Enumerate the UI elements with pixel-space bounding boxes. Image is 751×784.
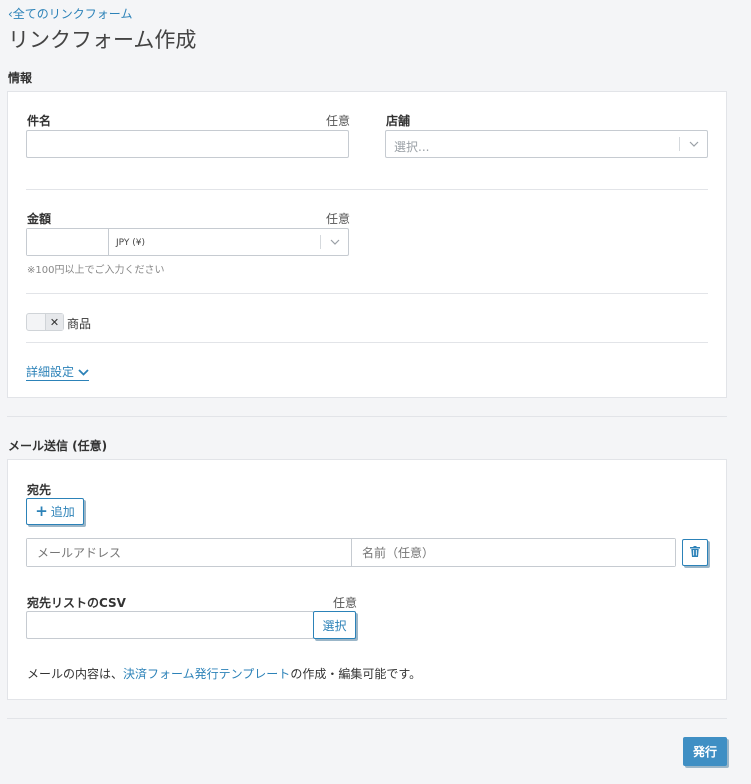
mail-card: 宛先 + 追加 宛先リストのCSV 任意 選択 メールの内容は、決済フォーム発行… [7,459,727,700]
recipient-label: 宛先 [27,483,52,497]
section-divider [7,718,727,719]
amount-hint: ※100円以上でご入力ください [27,265,165,276]
publish-button[interactable]: 発行 [683,737,727,766]
mail-section-title: メール送信 (任意) [8,439,108,453]
template-link[interactable]: 決済フォーム発行テンプレート [123,667,290,681]
csv-label: 宛先リストのCSV [27,596,126,610]
csv-file-field[interactable] [26,611,314,639]
product-toggle[interactable]: ✕ [26,313,64,331]
plus-icon: + [35,502,48,520]
delete-recipient-button[interactable] [682,539,708,566]
amount-field-group: JPY (¥) [26,228,349,256]
csv-optional-tag: 任意 [333,596,358,610]
template-note-suffix: の作成・編集可能です。 [290,667,422,681]
recipient-row [26,538,676,567]
template-note-prefix: メールの内容は、 [27,667,124,681]
email-input[interactable] [27,539,352,566]
store-label: 店舗 [386,114,411,128]
name-input[interactable] [352,539,675,566]
currency-select[interactable]: JPY (¥) [109,229,348,255]
store-select[interactable]: 選択... [385,130,708,158]
advanced-settings-link[interactable]: 詳細設定 [26,363,90,381]
chevron-down-icon [78,365,89,379]
subject-optional-tag: 任意 [326,114,351,128]
section-divider [7,416,727,417]
page-title: リンクフォーム作成 [8,28,197,52]
store-placeholder: 選択... [394,140,430,154]
divider [26,342,708,343]
back-to-all-link-forms[interactable]: ‹全てのリンクフォーム [8,5,132,22]
divider [26,293,708,294]
advanced-settings-label: 詳細設定 [26,365,75,379]
info-card: 件名 任意 店舗 選択... 金額 任意 JPY (¥) ※100円以上でご入力… [7,91,727,398]
subject-label: 件名 [27,114,52,128]
amount-label: 金額 [27,212,52,226]
template-note: メールの内容は、決済フォーム発行テンプレートの作成・編集可能です。 [27,665,421,682]
divider [26,189,708,190]
chevron-down-icon [320,235,348,249]
amount-optional-tag: 任意 [326,212,351,226]
currency-value: JPY (¥) [116,238,145,248]
amount-input[interactable] [27,229,109,255]
product-label: 商品 [67,317,92,331]
chevron-down-icon [679,137,707,151]
csv-select-button[interactable]: 選択 [313,611,356,639]
add-recipient-button[interactable]: + 追加 [26,498,84,525]
subject-input[interactable] [26,130,349,158]
close-icon: ✕ [45,314,63,330]
trash-icon [690,545,700,560]
info-section-title: 情報 [8,71,33,85]
add-recipient-label: 追加 [50,505,75,519]
